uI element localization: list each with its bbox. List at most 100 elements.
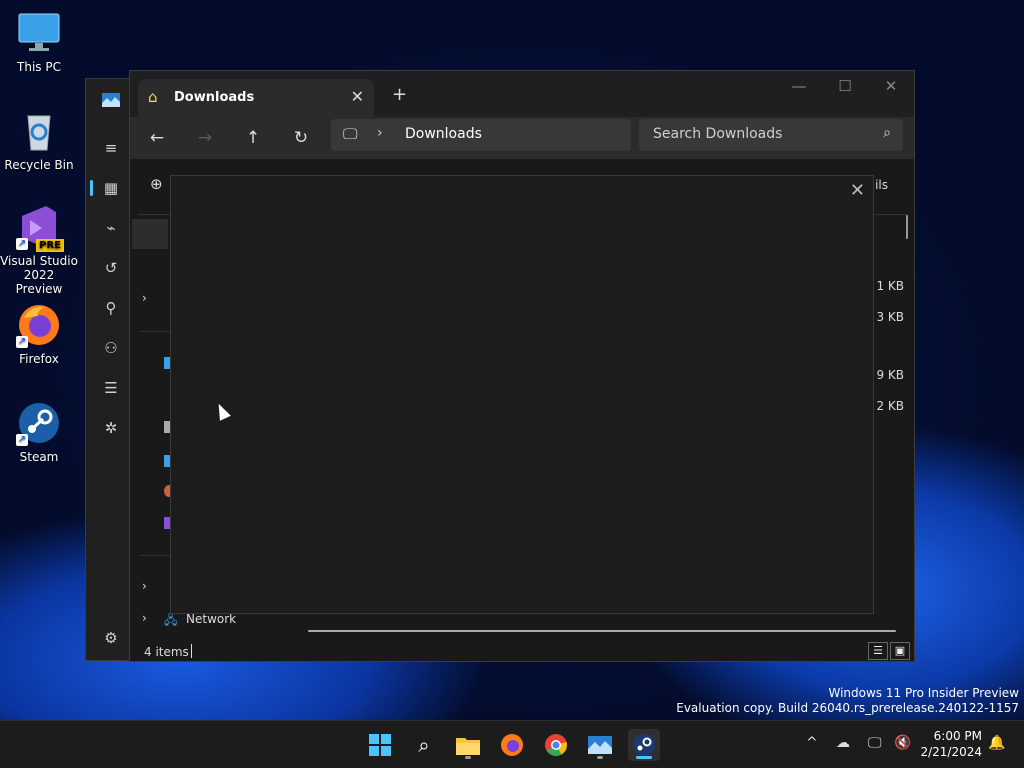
sidebar-home-row[interactable]: [132, 219, 168, 249]
address-bar[interactable]: 🖵 › Downloads: [331, 119, 631, 151]
taskbar-file-explorer[interactable]: [452, 729, 484, 761]
taskbar-steam[interactable]: [628, 729, 660, 761]
steam-icon: [633, 734, 655, 756]
file-size: 3 KB: [876, 310, 904, 324]
taskbar-chrome[interactable]: [540, 729, 572, 761]
recycle-bin-icon: [16, 108, 62, 154]
onedrive-icon[interactable]: ☁: [836, 735, 850, 751]
desktop-icon-label: Firefox: [19, 352, 59, 366]
search-icon: ⌕: [418, 733, 430, 757]
notification-bell-icon[interactable]: 🔔: [988, 735, 1005, 751]
home-icon: ⌂: [148, 88, 158, 106]
desktop-icon-firefox[interactable]: ↗ Firefox: [0, 302, 79, 366]
active-indicator: [636, 756, 652, 759]
list-icon[interactable]: ☰: [98, 377, 124, 399]
desktop-icon-label: This PC: [17, 60, 61, 74]
overlay-dialog: ✕: [170, 175, 874, 614]
users-icon[interactable]: ⚇: [98, 337, 124, 359]
shortcut-arrow-icon: ↗: [16, 434, 28, 446]
firefox-icon: ↗: [16, 302, 62, 348]
windows-logo-icon: [369, 734, 391, 756]
desktop-icon-recycle-bin[interactable]: Recycle Bin: [0, 108, 79, 172]
watermark-line: Evaluation copy. Build 26040.rs_prerelea…: [676, 701, 1019, 715]
dashboard-icon[interactable]: ▦: [98, 177, 124, 199]
title-bar: ⌂ Downloads ✕ + — ☐ ✕: [130, 71, 914, 117]
app-logo-icon: [98, 91, 124, 113]
hamburger-menu-icon[interactable]: ≡: [98, 137, 124, 159]
history-icon[interactable]: ↺: [98, 257, 124, 279]
desktop-icon-label: Steam: [19, 450, 59, 464]
app-logo-icon: [588, 736, 612, 754]
expand-chevron-icon[interactable]: ›: [142, 611, 147, 625]
details-view-icon[interactable]: ☰: [868, 642, 888, 660]
new-item-icon[interactable]: ⊕: [150, 175, 163, 193]
new-tab-button[interactable]: +: [392, 84, 407, 105]
desktop-icon-label: Recycle Bin: [4, 158, 74, 172]
monitor-icon: [16, 10, 62, 56]
status-separator: [191, 644, 192, 658]
extensions-icon[interactable]: ✲: [98, 417, 124, 439]
pre-badge: PRE: [36, 239, 64, 252]
search-placeholder: Search Downloads: [653, 126, 783, 142]
start-button[interactable]: [364, 729, 396, 761]
running-indicator: [597, 756, 603, 759]
desktop-icon-this-pc[interactable]: This PC: [0, 10, 79, 74]
item-count: 4 items: [144, 645, 189, 659]
expand-chevron-icon[interactable]: ›: [142, 291, 147, 305]
divider: [140, 331, 170, 332]
clock[interactable]: 6:00 PM 2/21/2024: [920, 728, 982, 760]
close-icon[interactable]: ✕: [850, 180, 865, 201]
desktop-icon-steam[interactable]: ↗ Steam: [0, 400, 79, 464]
horizontal-scrollbar[interactable]: [308, 630, 896, 632]
back-button[interactable]: ←: [144, 125, 170, 151]
close-tab-icon[interactable]: ✕: [351, 87, 364, 106]
up-button[interactable]: ↑: [240, 125, 266, 151]
status-bar: 4 items ☰ ▣: [130, 641, 914, 662]
file-size: 1 KB: [876, 279, 904, 293]
close-window-button[interactable]: ✕: [868, 77, 914, 95]
running-indicator: [465, 756, 471, 759]
network-icon[interactable]: 🖵: [868, 735, 882, 751]
desktop-icon-visual-studio[interactable]: PRE ↗ Visual Studio 2022 Preview: [0, 204, 79, 296]
clock-time: 6:00 PM: [933, 729, 982, 743]
maximize-button[interactable]: ☐: [822, 77, 868, 95]
file-size: 2 KB: [876, 399, 904, 413]
settings-gear-icon[interactable]: ⚙: [98, 627, 124, 649]
divider: [140, 555, 170, 556]
minimize-button[interactable]: —: [776, 77, 822, 95]
taskbar-firefox[interactable]: [496, 729, 528, 761]
navigation-toolbar: ← → ↑ ↻ 🖵 › Downloads Search Downloads ⌕: [130, 117, 914, 159]
activity-icon[interactable]: ⌁: [98, 217, 124, 239]
visual-studio-icon: PRE ↗: [16, 204, 64, 252]
search-icon: ⌕: [883, 125, 891, 141]
search-input[interactable]: Search Downloads ⌕: [639, 119, 903, 151]
vertical-scrollbar[interactable]: [906, 215, 908, 239]
this-pc-icon: 🖵: [343, 125, 358, 143]
desktop-icon-label: Visual Studio 2022 Preview: [0, 254, 78, 296]
refresh-button[interactable]: ↻: [288, 125, 314, 151]
chevron-right-icon[interactable]: ›: [377, 125, 383, 141]
forward-button[interactable]: →: [192, 125, 218, 151]
clock-date: 2/21/2024: [920, 745, 982, 759]
taskbar: ⌕ ^ ☁ 🖵 🔇 6:00 PM 2/21/2024 🔔: [0, 720, 1024, 768]
taskbar-dev-app[interactable]: [584, 729, 616, 761]
sidebar-item-network[interactable]: Network: [186, 612, 236, 626]
show-hidden-icons-chevron-icon[interactable]: ^: [806, 735, 818, 751]
shortcut-arrow-icon: ↗: [16, 238, 28, 250]
active-indicator: [90, 180, 93, 196]
evaluation-watermark: Windows 11 Pro Insider Preview Evaluatio…: [676, 686, 1019, 716]
file-size: 9 KB: [876, 368, 904, 382]
tiles-view-icon[interactable]: ▣: [890, 642, 910, 660]
network-icon: 🖧: [164, 613, 178, 627]
watermark-line: Windows 11 Pro Insider Preview: [828, 686, 1019, 700]
volume-muted-icon[interactable]: 🔇: [894, 735, 911, 751]
breadcrumb[interactable]: Downloads: [405, 126, 482, 142]
steam-icon: ↗: [16, 400, 62, 446]
folder-icon: [456, 738, 480, 755]
tab-downloads[interactable]: ⌂ Downloads ✕: [138, 79, 374, 117]
chrome-icon: [545, 734, 567, 756]
search-button[interactable]: ⌕: [408, 729, 440, 761]
expand-chevron-icon[interactable]: ›: [142, 579, 147, 593]
performance-icon[interactable]: ⚲: [98, 297, 124, 319]
firefox-icon: [501, 734, 523, 756]
